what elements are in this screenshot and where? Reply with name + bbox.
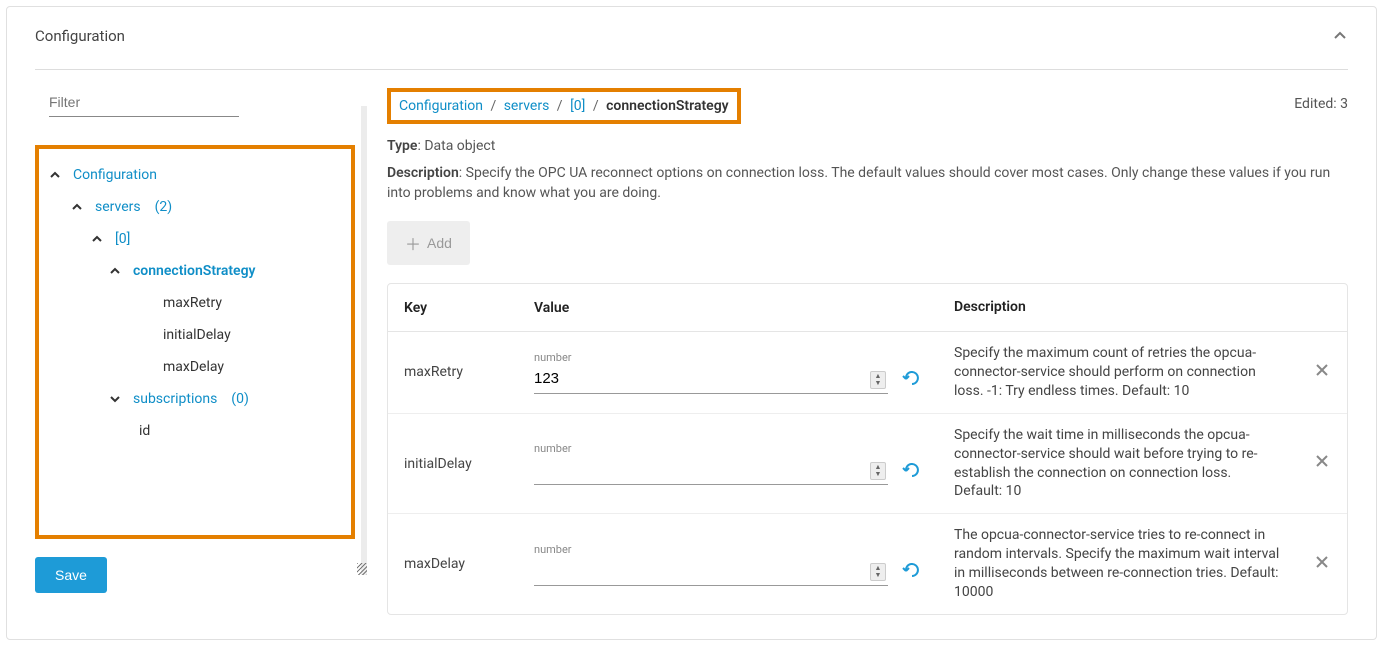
col-header-key: Key [388, 284, 518, 332]
tree-count: (0) [231, 391, 249, 407]
save-button[interactable]: Save [35, 557, 107, 593]
delete-icon[interactable] [1314, 554, 1330, 575]
breadcrumb-current: connectionStrategy [606, 98, 729, 114]
number-stepper[interactable]: ▲▼ [870, 371, 886, 389]
number-stepper[interactable]: ▲▼ [870, 462, 886, 480]
plus-icon: ＋ [405, 231, 421, 255]
tree-label: [0] [115, 231, 130, 247]
collapse-icon[interactable] [1332, 28, 1348, 44]
tree-node-index0[interactable]: [0] [45, 223, 341, 255]
chevron-up-icon [49, 169, 63, 181]
col-header-value: Value [518, 284, 938, 332]
undo-icon[interactable] [902, 461, 922, 482]
prop-desc: The opcua-connector-service tries to re-… [938, 514, 1297, 614]
prop-key: initialDelay [388, 414, 518, 515]
type-hint: number [534, 442, 922, 455]
tree-count: (2) [155, 199, 173, 215]
col-header-desc: Description [938, 284, 1297, 332]
table-row: maxDelay number ▲▼ The opcua-connector-s… [388, 514, 1347, 614]
type-line: Type: Data object [387, 138, 1348, 154]
properties-table: Key Value Description maxRetry number ▲▼ [387, 283, 1348, 615]
prop-desc: Specify the maximum count of retries the… [938, 332, 1297, 414]
breadcrumb-link[interactable]: [0] [570, 98, 585, 114]
config-panel: Configuration Configuration [6, 6, 1377, 640]
sidebar: Configuration servers (2) [0] [35, 88, 355, 615]
chevron-up-icon [109, 265, 123, 277]
chevron-up-icon [71, 201, 85, 213]
delete-icon[interactable] [1314, 362, 1330, 383]
tree-node-configuration[interactable]: Configuration [45, 159, 341, 191]
breadcrumb-link[interactable]: servers [504, 98, 550, 114]
panel-title: Configuration [35, 27, 125, 45]
prop-key: maxRetry [388, 332, 518, 414]
tree-label: id [139, 423, 150, 439]
type-hint: number [534, 351, 922, 364]
chevron-up-icon [91, 233, 105, 245]
table-row: initialDelay number ▲▼ Specify the wait … [388, 414, 1347, 515]
prop-key: maxDelay [388, 514, 518, 614]
tree-node-maxdelay[interactable]: • maxDelay [45, 351, 341, 383]
delete-icon[interactable] [1314, 453, 1330, 474]
breadcrumb: Configuration / servers / [0] / connecti… [387, 88, 741, 124]
edited-count: Edited: 3 [1294, 88, 1348, 112]
tree-label: maxDelay [163, 359, 224, 375]
description-line: Description: Specify the OPC UA reconnec… [387, 164, 1348, 203]
add-button[interactable]: ＋ Add [387, 221, 470, 265]
tree-node-subscriptions[interactable]: subscriptions (0) [45, 383, 341, 415]
tree-label: maxRetry [163, 295, 222, 311]
resize-handle[interactable] [355, 88, 369, 615]
breadcrumb-link[interactable]: Configuration [399, 98, 483, 114]
tree-node-connectionstrategy[interactable]: connectionStrategy [45, 255, 341, 287]
number-stepper[interactable]: ▲▼ [870, 563, 886, 581]
value-input[interactable] [534, 558, 888, 586]
tree-label: servers [95, 199, 141, 215]
value-input[interactable] [534, 457, 888, 485]
value-input[interactable] [534, 366, 888, 394]
tree-node-servers[interactable]: servers (2) [45, 191, 341, 223]
undo-icon[interactable] [902, 369, 922, 390]
panel-header: Configuration [35, 27, 1348, 70]
tree-label: Configuration [73, 167, 157, 183]
chevron-down-icon [109, 393, 123, 405]
tree-node-id[interactable]: id [45, 415, 341, 447]
tree-label: connectionStrategy [133, 263, 256, 279]
type-hint: number [534, 543, 922, 556]
prop-desc: Specify the wait time in milliseconds th… [938, 414, 1297, 515]
undo-icon[interactable] [902, 561, 922, 582]
main-content: Configuration / servers / [0] / connecti… [369, 88, 1348, 615]
tree-node-maxretry[interactable]: • maxRetry [45, 287, 341, 319]
tree-label: initialDelay [163, 327, 231, 343]
filter-input[interactable] [49, 88, 239, 117]
tree-label: subscriptions [133, 391, 217, 407]
tree-outline: Configuration servers (2) [0] [35, 145, 355, 539]
tree-node-initialdelay[interactable]: • initialDelay [45, 319, 341, 351]
table-row: maxRetry number ▲▼ Specify the maximum c… [388, 332, 1347, 414]
tree[interactable]: Configuration servers (2) [0] [45, 159, 345, 531]
